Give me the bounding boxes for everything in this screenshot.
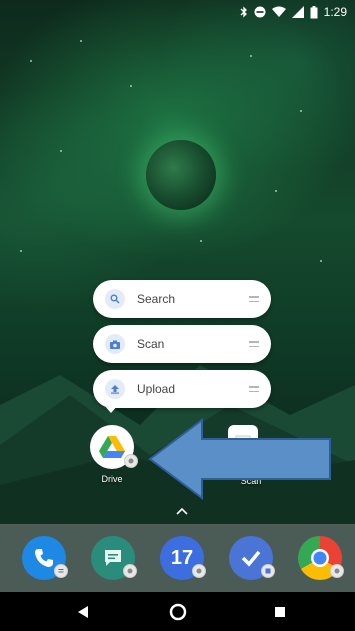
dock: 17 [0, 524, 355, 592]
star [250, 55, 252, 57]
do-not-disturb-icon [254, 6, 266, 18]
annotation-arrow-icon [148, 418, 331, 500]
shortcut-badge-icon [123, 564, 137, 578]
home-screen: 1:29 Search Scan Upload Drive Scan 17 [0, 0, 355, 631]
shortcut-label: Search [137, 292, 176, 306]
camera-icon [105, 334, 125, 354]
star [20, 250, 22, 252]
back-triangle-icon [78, 606, 88, 618]
chrome-icon [311, 549, 329, 567]
shortcut-badge-icon [54, 564, 68, 578]
app-drawer-chevron-icon[interactable] [176, 507, 188, 515]
calendar-day: 17 [170, 546, 194, 569]
popup-pointer [104, 405, 118, 413]
status-bar: 1:29 [0, 0, 355, 24]
phone-icon [35, 549, 53, 567]
star [300, 110, 302, 112]
bluetooth-icon [240, 6, 248, 18]
drag-handle-icon[interactable] [249, 386, 259, 392]
star [320, 260, 322, 262]
home-button[interactable] [168, 602, 188, 622]
star [130, 85, 132, 87]
shortcut-upload[interactable]: Upload [93, 370, 271, 408]
planet-wallpaper [146, 140, 216, 210]
shortcut-badge-icon [124, 454, 138, 468]
drag-handle-icon[interactable] [249, 296, 259, 302]
recents-button[interactable] [270, 602, 290, 622]
star [30, 60, 32, 62]
navigation-bar [0, 592, 355, 631]
status-time: 1:29 [323, 5, 347, 19]
star [80, 40, 82, 42]
shortcut-label: Scan [137, 337, 165, 351]
star [60, 150, 62, 152]
drive-logo-icon [99, 435, 125, 458]
signal-icon [291, 6, 304, 18]
search-icon [105, 289, 125, 309]
shortcut-scan[interactable]: Scan [93, 325, 271, 363]
upload-icon [105, 379, 125, 399]
star [275, 190, 277, 192]
back-button[interactable] [73, 602, 93, 622]
shortcut-search[interactable]: Search [93, 280, 271, 318]
home-circle-icon [169, 603, 187, 621]
battery-icon [310, 5, 318, 19]
drag-handle-icon[interactable] [249, 341, 259, 347]
shortcut-badge-icon [261, 564, 275, 578]
shortcut-badge-icon [192, 564, 206, 578]
wifi-icon [271, 6, 286, 18]
recents-square-icon [275, 607, 285, 617]
star [200, 240, 202, 242]
message-icon [105, 550, 121, 566]
shortcut-label: Upload [137, 382, 176, 396]
drive-app-label: Drive [101, 474, 123, 484]
checkmark-icon [241, 550, 261, 567]
shortcut-badge-icon [330, 564, 344, 578]
